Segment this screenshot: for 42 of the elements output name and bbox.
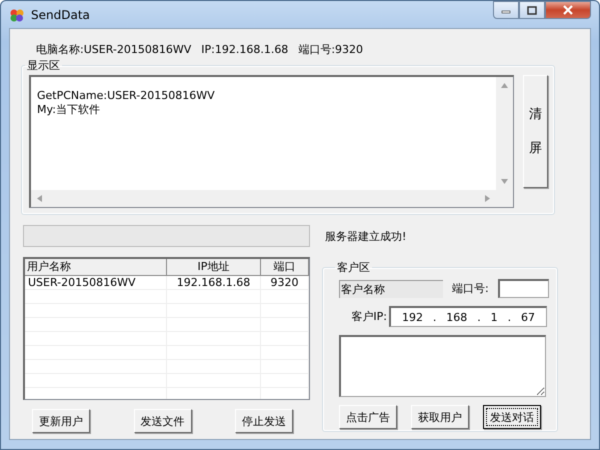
info-label: 电脑名称:USER-20150816WV bbox=[36, 42, 192, 56]
message-field[interactable] bbox=[339, 335, 546, 397]
horizontal-scrollbar[interactable] bbox=[31, 190, 496, 207]
action-button[interactable]: 发送文件 bbox=[134, 409, 192, 433]
close-button[interactable] bbox=[545, 1, 591, 19]
ip-address-field[interactable]: 192 . 168 . 1 . 67 bbox=[389, 306, 547, 327]
log-line: My:当下软件 bbox=[37, 103, 101, 117]
scroll-up-icon[interactable] bbox=[500, 81, 509, 90]
port-field[interactable] bbox=[498, 279, 549, 298]
scroll-down-icon[interactable] bbox=[500, 177, 509, 186]
window-title: SendData bbox=[31, 8, 91, 22]
table-cell: 192.168.1.68 bbox=[167, 276, 261, 290]
port-label: 端口号: bbox=[452, 281, 490, 296]
display-area[interactable]: GetPCName:USER-20150816WV My:当下软件 bbox=[29, 75, 514, 208]
group-label: 显示区 bbox=[26, 58, 61, 73]
table-cell: USER-20150816WV bbox=[25, 276, 167, 290]
status-text: 服务器建立成功! bbox=[325, 229, 408, 245]
user-list[interactable]: 用户名称 IP地址 端口 USER-20150816WV 192.168.1.68 9320 bbox=[23, 257, 310, 400]
clear-button[interactable]: 清屏 bbox=[523, 75, 548, 188]
action-button[interactable]: 点击广告 bbox=[339, 405, 397, 429]
info-label: 端口号:9320 bbox=[298, 42, 364, 56]
column-header[interactable]: 用户名称 bbox=[25, 259, 167, 276]
column-header[interactable]: 端口 bbox=[261, 259, 309, 276]
action-button[interactable]: 获取用户 bbox=[411, 405, 469, 429]
close-icon bbox=[562, 5, 574, 15]
scroll-left-icon[interactable] bbox=[35, 194, 44, 203]
info-label: IP:192.168.1.68 bbox=[201, 42, 288, 56]
log-line: GetPCName:USER-20150816WV bbox=[37, 89, 216, 103]
ip-label: 客户IP: bbox=[350, 309, 387, 324]
action-button[interactable]: 更新用户 bbox=[32, 409, 90, 433]
column-header[interactable]: IP地址 bbox=[167, 259, 261, 276]
group-label: 客户区 bbox=[336, 260, 371, 275]
action-button[interactable]: 停止发送 bbox=[235, 409, 293, 433]
table-cell: 9320 bbox=[261, 276, 309, 290]
client-name-field: 客户名称 bbox=[339, 280, 443, 298]
scroll-right-icon[interactable] bbox=[483, 194, 492, 203]
maximize-icon bbox=[527, 6, 537, 14]
minimize-button[interactable] bbox=[493, 1, 519, 19]
vertical-scrollbar[interactable] bbox=[496, 77, 513, 190]
action-button[interactable]: 发送对话 bbox=[483, 405, 541, 429]
maximize-button[interactable] bbox=[519, 1, 545, 19]
app-icon bbox=[9, 6, 25, 22]
